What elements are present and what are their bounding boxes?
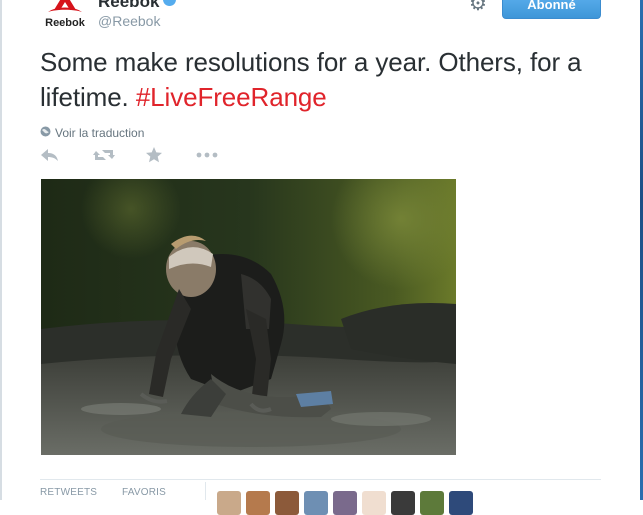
more-icon[interactable] — [196, 146, 218, 169]
avatar[interactable] — [275, 491, 299, 515]
favorites-label[interactable]: FAVORIS — [122, 487, 166, 498]
avatar[interactable] — [362, 491, 386, 515]
reebok-avatar[interactable]: Reebok — [40, 0, 90, 32]
avatar[interactable] — [246, 491, 270, 515]
hashtag-link[interactable]: #LiveFreeRange — [136, 82, 327, 112]
avatar[interactable] — [333, 491, 357, 515]
globe-icon — [40, 126, 51, 140]
following-button[interactable]: Abonné — [502, 0, 601, 19]
retweet-icon[interactable] — [92, 146, 116, 169]
avatar[interactable] — [304, 491, 328, 515]
gear-icon[interactable]: ⚙ — [469, 0, 487, 16]
tweet-text: Some make resolutions for a year. Others… — [40, 45, 600, 115]
retweets-label[interactable]: RETWEETS — [40, 487, 97, 498]
verified-badge-icon — [163, 0, 177, 6]
avatar[interactable] — [420, 491, 444, 515]
author-name[interactable]: Reebok — [98, 0, 177, 12]
stats-separator — [205, 482, 206, 500]
tweet-photo[interactable] — [41, 179, 456, 455]
author-handle[interactable]: @Reebok — [98, 13, 160, 29]
window-left-edge — [0, 0, 2, 500]
avatar[interactable] — [449, 491, 473, 515]
reply-icon[interactable] — [40, 146, 60, 169]
avatar[interactable] — [217, 491, 241, 515]
reebok-logo-text: Reebok — [45, 17, 86, 29]
star-icon[interactable] — [145, 146, 163, 169]
translate-link[interactable]: Voir la traduction — [40, 126, 144, 140]
favoriter-avatars — [217, 491, 473, 515]
stats-divider — [40, 479, 601, 480]
author-name-text[interactable]: Reebok — [98, 0, 159, 11]
avatar[interactable] — [391, 491, 415, 515]
translate-label[interactable]: Voir la traduction — [55, 126, 144, 140]
